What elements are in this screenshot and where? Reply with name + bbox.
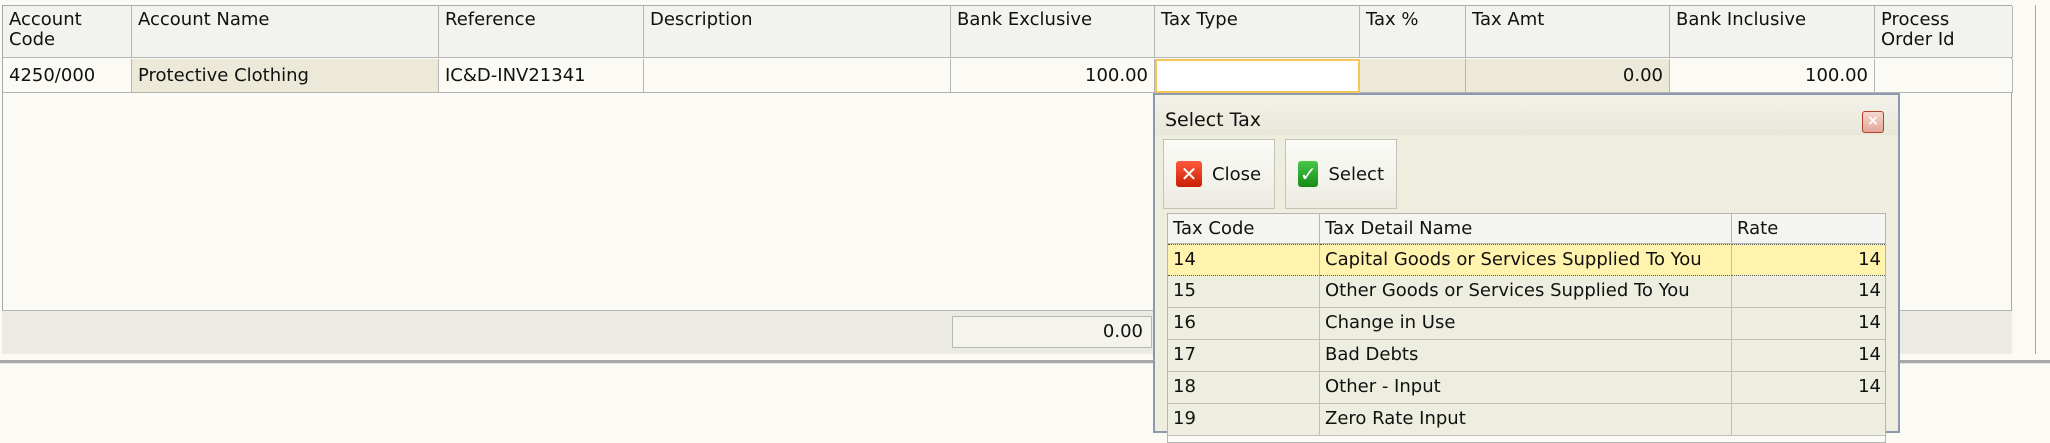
tax-rate: 14 [1732, 340, 1885, 372]
cell-reference[interactable]: IC&D-INV21341 [439, 59, 644, 93]
check-icon: ✓ [1298, 161, 1319, 187]
cell-description[interactable] [644, 59, 951, 93]
tax-detail-name: Zero Rate Input [1320, 404, 1732, 436]
tax-detail-name: Other Goods or Services Supplied To You [1320, 276, 1732, 308]
close-button[interactable]: ✕ Close [1163, 139, 1275, 209]
select-tax-dialog: Select Tax × ✕ Close ✓ Select Tax Code T… [1153, 93, 1900, 443]
tax-code: 19 [1168, 404, 1320, 436]
col-header-process-order-id[interactable]: Process Order Id [1875, 6, 2013, 58]
tax-row[interactable]: 18 Other - Input 14 [1168, 372, 1885, 404]
cell-tax-pct[interactable] [1360, 59, 1466, 93]
close-button-label: Close [1212, 163, 1262, 185]
tax-rate: 14 [1732, 276, 1885, 308]
cell-tax-amt[interactable]: 0.00 [1466, 59, 1670, 93]
tax-row[interactable]: 17 Bad Debts 14 [1168, 340, 1885, 372]
cell-bank-exclusive[interactable]: 100.00 [951, 59, 1155, 93]
tax-detail-name: Change in Use [1320, 308, 1732, 340]
col-header-tax-code[interactable]: Tax Code [1168, 214, 1320, 244]
cell-account-name[interactable]: Protective Clothing [132, 59, 439, 93]
tax-rate: 14 [1732, 308, 1885, 340]
tax-detail-name: Capital Goods or Services Supplied To Yo… [1320, 244, 1732, 276]
close-icon: ✕ [1176, 161, 1202, 187]
col-header-description[interactable]: Description [644, 6, 951, 58]
tax-rate [1732, 404, 1885, 436]
tax-code: 17 [1168, 340, 1320, 372]
tax-rate: 14 [1732, 244, 1885, 276]
col-header-bank-inclusive[interactable]: Bank Inclusive [1670, 6, 1875, 58]
cell-process-order-id[interactable] [1875, 59, 2013, 93]
col-header-rate[interactable]: Rate [1732, 214, 1885, 244]
tax-list: Tax Code Tax Detail Name Rate 14 Capital… [1167, 213, 1886, 443]
tax-code: 15 [1168, 276, 1320, 308]
col-header-account-name[interactable]: Account Name [132, 6, 439, 58]
cell-account-code[interactable]: 4250/000 [3, 59, 132, 93]
tax-code: 16 [1168, 308, 1320, 340]
select-button-label: Select [1328, 163, 1384, 185]
dialog-title: Select Tax [1155, 95, 1898, 135]
tax-rate: 14 [1732, 372, 1885, 404]
col-header-tax-type[interactable]: Tax Type [1155, 6, 1360, 58]
tax-detail-name: Bad Debts [1320, 340, 1732, 372]
select-button[interactable]: ✓ Select [1285, 139, 1397, 209]
tax-row[interactable]: 19 Zero Rate Input [1168, 404, 1885, 436]
dialog-close-icon[interactable]: × [1862, 111, 1884, 133]
total-bank-exclusive: 0.00 [952, 316, 1152, 348]
tax-detail-name: Other - Input [1320, 372, 1732, 404]
tax-row[interactable]: 15 Other Goods or Services Supplied To Y… [1168, 276, 1885, 308]
tax-row[interactable]: 14 Capital Goods or Services Supplied To… [1168, 244, 1885, 276]
col-header-bank-exclusive[interactable]: Bank Exclusive [951, 6, 1155, 58]
col-header-tax-amt[interactable]: Tax Amt [1466, 6, 1670, 58]
tax-row[interactable]: 16 Change in Use 14 [1168, 308, 1885, 340]
col-header-account-code[interactable]: Account Code [3, 6, 132, 58]
col-header-tax-pct[interactable]: Tax % [1360, 6, 1466, 58]
col-header-reference[interactable]: Reference [439, 6, 644, 58]
col-header-tax-detail-name[interactable]: Tax Detail Name [1320, 214, 1732, 244]
tax-code: 18 [1168, 372, 1320, 404]
tax-code: 14 [1168, 244, 1320, 276]
cell-tax-type[interactable] [1155, 59, 1360, 93]
grid-right-border [2035, 5, 2036, 354]
cell-bank-inclusive[interactable]: 100.00 [1670, 59, 1875, 93]
